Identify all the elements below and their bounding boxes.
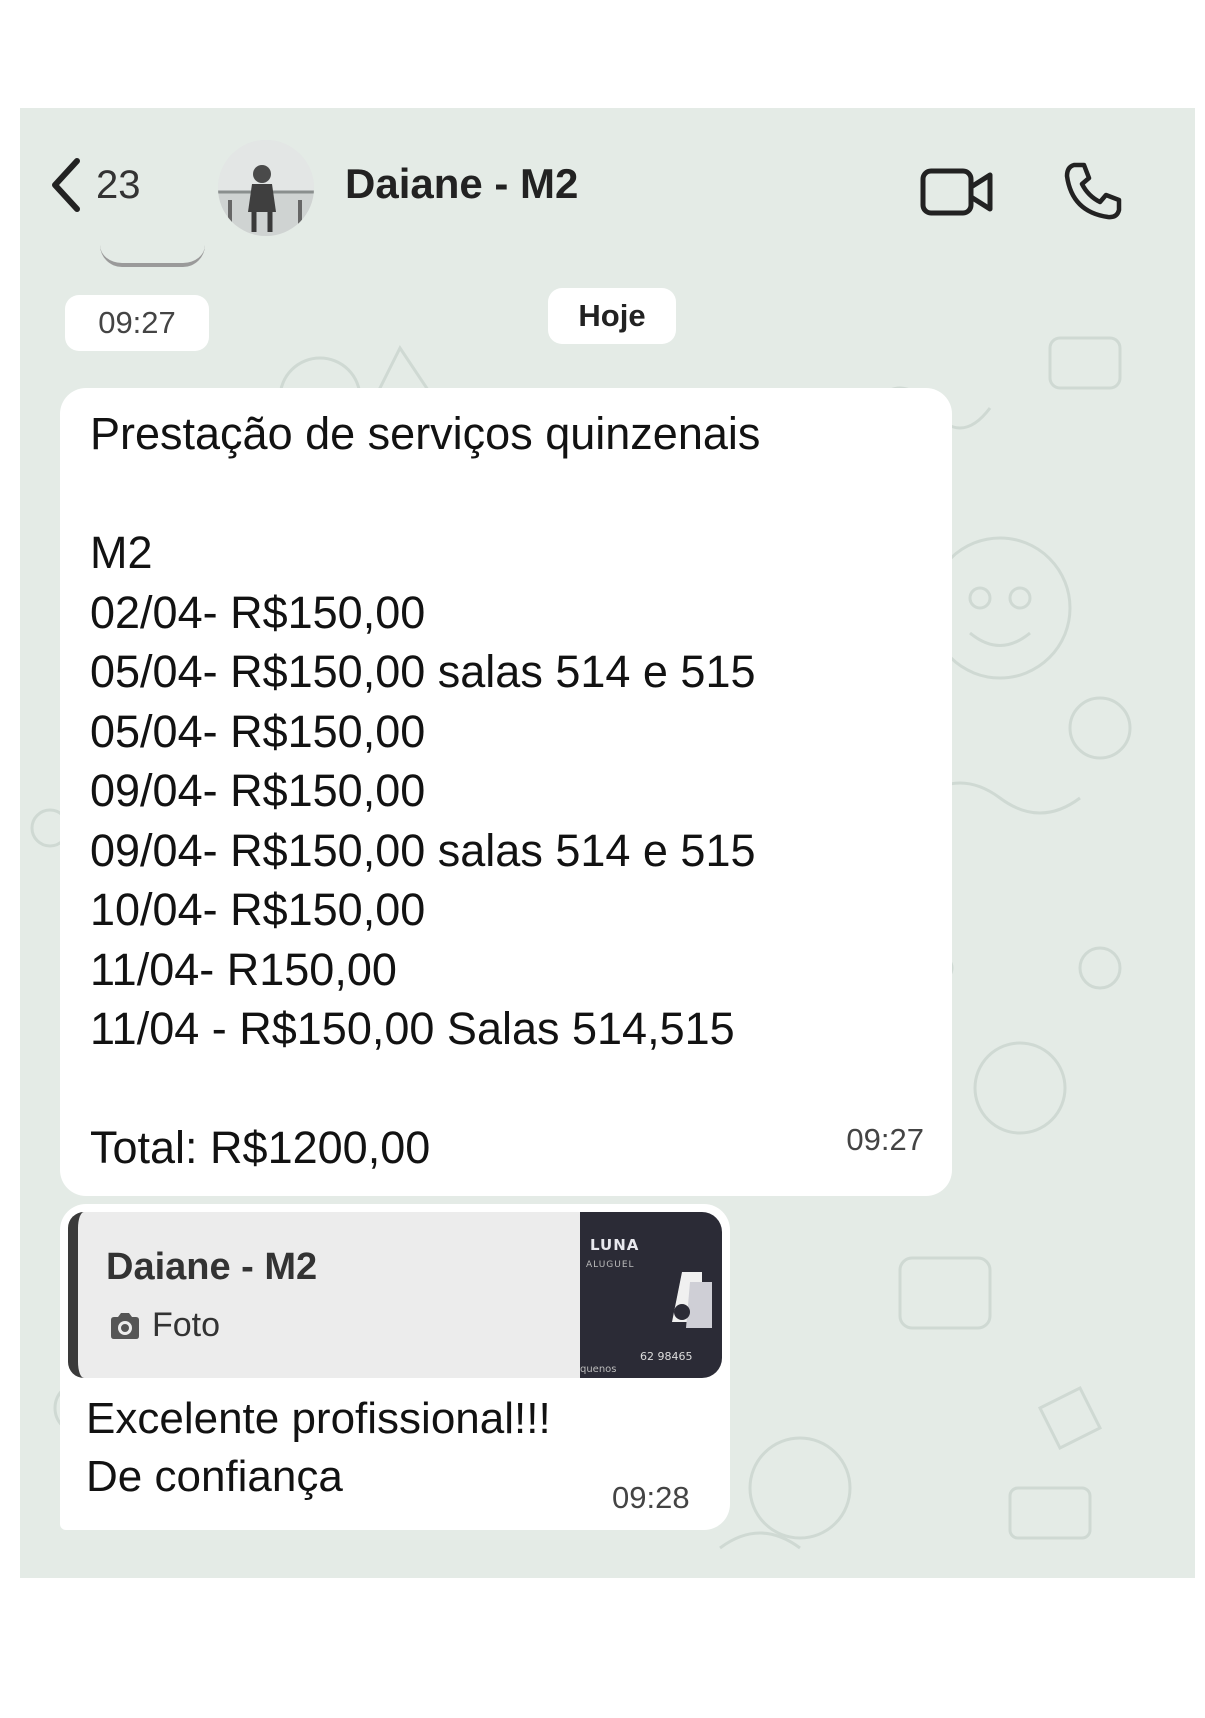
unread-count: 23 xyxy=(96,162,141,207)
message-time: 09:27 xyxy=(846,1122,924,1157)
quoted-message[interactable]: Daiane - M2 Foto LUNA ALUGUEL 62 98465 q… xyxy=(68,1212,722,1378)
phone-icon[interactable] xyxy=(1062,160,1124,222)
thumbnail-phone: 62 98465 xyxy=(640,1350,693,1363)
reply-message-time: 09:28 xyxy=(612,1480,690,1515)
camera-icon xyxy=(111,1312,139,1339)
video-call-icon[interactable] xyxy=(920,168,994,216)
reply-message-text: Excelente profissional!!! De confiança xyxy=(86,1394,551,1501)
quoted-type-label: Foto xyxy=(152,1306,221,1344)
chevron-left-icon xyxy=(52,158,80,212)
thumbnail-text-1: LUNA xyxy=(590,1236,640,1254)
back-button[interactable]: 23 xyxy=(50,155,141,215)
thumbnail-footer: quenos xyxy=(580,1364,617,1375)
date-separator: Hoje xyxy=(548,288,676,344)
previous-message-edge xyxy=(100,245,205,267)
avatar[interactable] xyxy=(218,140,314,236)
message-bubble[interactable]: Prestação de serviços quinzenais M2 02/0… xyxy=(60,388,952,1196)
avatar-photo xyxy=(218,140,314,236)
thumbnail-text-2: ALUGUEL xyxy=(586,1260,635,1270)
contact-name[interactable]: Daiane - M2 xyxy=(345,160,578,208)
quoted-photo-thumbnail: LUNA ALUGUEL 62 98465 quenos xyxy=(580,1212,722,1378)
thumbnail-graphic xyxy=(672,1272,712,1328)
quoted-author: Daiane - M2 xyxy=(106,1246,318,1288)
message-text: Prestação de serviços quinzenais M2 02/0… xyxy=(90,408,761,1173)
floating-timestamp: 09:27 xyxy=(65,295,209,351)
quoted-type: Foto xyxy=(108,1306,220,1345)
